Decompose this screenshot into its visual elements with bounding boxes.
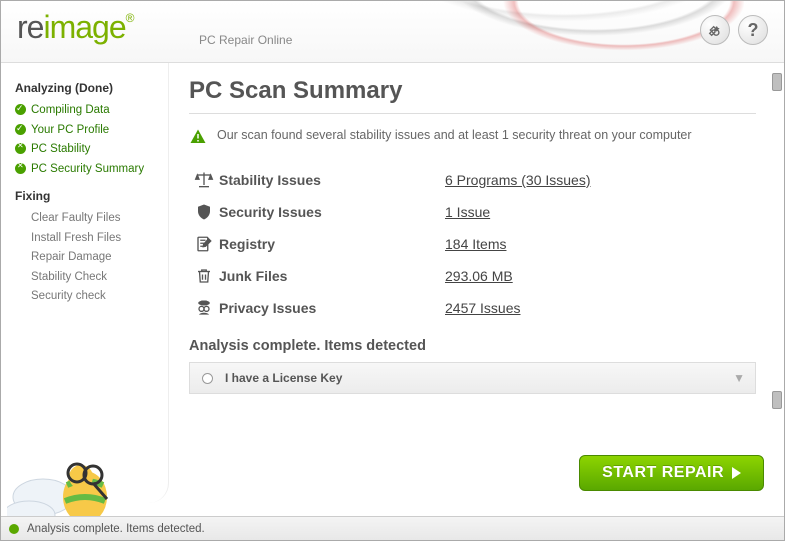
brand-mid: image xyxy=(43,9,125,45)
sidebar-item-clear-faulty: Clear Faulty Files xyxy=(15,209,158,229)
scrollbar-bottom[interactable] xyxy=(772,391,782,409)
play-icon xyxy=(732,467,741,479)
registered-mark-icon: ® xyxy=(126,11,134,25)
row-privacy: Privacy Issues 2457 Issues xyxy=(189,292,756,324)
brand-logo: reimage® xyxy=(17,9,133,46)
scan-alert: Our scan found several stability issues … xyxy=(189,126,756,146)
status-text: Analysis complete. Items detected. xyxy=(27,523,205,535)
start-repair-label: START REPAIR xyxy=(602,464,724,482)
row-registry: Registry 184 Items xyxy=(189,228,756,260)
license-key-label: I have a License Key xyxy=(225,371,342,385)
junk-label: Junk Files xyxy=(219,268,445,284)
security-label: Security Issues xyxy=(219,204,445,220)
status-bar: Analysis complete. Items detected. xyxy=(1,516,784,540)
brand-pre: re xyxy=(17,9,43,45)
wrench-icon xyxy=(707,22,723,38)
license-key-option[interactable]: I have a License Key ▼ xyxy=(189,362,756,394)
sidebar-item-security-check: Security check xyxy=(15,287,158,307)
row-stability: Stability Issues 6 Programs (30 Issues) xyxy=(189,164,756,196)
privacy-label: Privacy Issues xyxy=(219,300,445,316)
status-dot-icon xyxy=(9,524,19,534)
shield-icon xyxy=(189,202,219,222)
registry-value-link[interactable]: 184 Items xyxy=(445,236,506,252)
progress-sidebar: Analyzing (Done) Compiling Data Your PC … xyxy=(1,63,169,503)
warning-icon xyxy=(189,128,207,146)
spy-icon xyxy=(189,298,219,318)
brand-tagline: PC Repair Online xyxy=(199,33,292,47)
sidebar-item-security[interactable]: PC Security Summary xyxy=(15,160,158,180)
question-icon: ? xyxy=(748,20,759,41)
scrollbar-top[interactable] xyxy=(772,73,782,91)
divider xyxy=(189,113,756,114)
sidebar-item-stability[interactable]: PC Stability xyxy=(15,140,158,160)
security-value-link[interactable]: 1 Issue xyxy=(445,204,490,220)
main-panel: PC Scan Summary Our scan found several s… xyxy=(169,63,784,503)
row-junk: Junk Files 293.06 MB xyxy=(189,260,756,292)
chevron-down-icon: ▼ xyxy=(733,371,745,385)
scan-alert-text: Our scan found several stability issues … xyxy=(217,126,692,146)
settings-button[interactable] xyxy=(700,15,730,45)
sidebar-item-compiling[interactable]: Compiling Data xyxy=(15,101,158,121)
junk-value-link[interactable]: 293.06 MB xyxy=(445,268,513,284)
trash-icon xyxy=(189,266,219,286)
app-header: reimage® PC Repair Online ? xyxy=(1,1,784,63)
registry-label: Registry xyxy=(219,236,445,252)
analysis-complete-heading: Analysis complete. Items detected xyxy=(189,338,756,354)
stability-label: Stability Issues xyxy=(219,172,445,188)
sidebar-item-repair-damage: Repair Damage xyxy=(15,248,158,268)
page-title: PC Scan Summary xyxy=(189,77,756,105)
sidebar-item-install-fresh: Install Fresh Files xyxy=(15,229,158,249)
row-security: Security Issues 1 Issue xyxy=(189,196,756,228)
radio-icon xyxy=(202,373,213,384)
registry-icon xyxy=(189,234,219,254)
sidebar-item-stability-check: Stability Check xyxy=(15,268,158,288)
start-repair-button[interactable]: START REPAIR xyxy=(579,455,764,491)
sidebar-section-fixing: Fixing xyxy=(15,189,158,203)
sidebar-section-analyzing: Analyzing (Done) xyxy=(15,81,158,95)
sidebar-item-profile[interactable]: Your PC Profile xyxy=(15,121,158,141)
privacy-value-link[interactable]: 2457 Issues xyxy=(445,300,521,316)
stability-value-link[interactable]: 6 Programs (30 Issues) xyxy=(445,172,591,188)
help-button[interactable]: ? xyxy=(738,15,768,45)
scales-icon xyxy=(189,170,219,190)
